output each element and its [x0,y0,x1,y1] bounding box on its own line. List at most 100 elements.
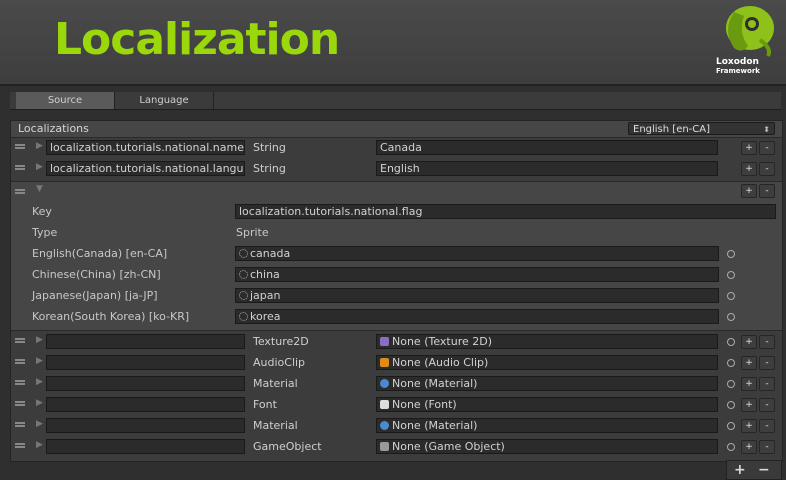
key-field[interactable]: localization.tutorials.national.language [46,161,245,176]
fold-arrow-icon[interactable]: ▶ [36,419,43,429]
object-picker-icon[interactable] [727,401,735,409]
list-item: ▶ GameObject None (Game Object) + - [11,437,782,458]
remove-button[interactable]: - [759,419,775,433]
sprite-icon [239,312,248,321]
logo-subtext: Framework [716,67,760,75]
dropdown-arrow-icon: ⬍ [763,125,770,134]
fold-arrow-icon[interactable]: ▶ [36,440,43,450]
drag-handle-icon[interactable] [15,338,25,343]
add-button[interactable]: + [741,356,757,370]
fold-arrow-icon[interactable]: ▶ [36,162,43,172]
drag-handle-icon[interactable] [15,422,25,427]
key-field[interactable] [46,376,245,391]
drag-handle-icon[interactable] [15,380,25,385]
tab-language[interactable]: Language [115,92,214,109]
add-button[interactable]: + [741,141,757,155]
add-button[interactable]: + [741,419,757,433]
object-field[interactable]: None (Material) [376,376,718,391]
key-row: Key localization.tutorials.national.flag [11,202,782,222]
texture-icon [380,337,389,346]
fold-arrow-icon[interactable]: ▶ [36,141,43,151]
list-item: ▶ Material None (Material) + - [11,416,782,437]
value-field[interactable]: English [376,161,718,176]
object-picker-icon[interactable] [727,313,735,321]
key-field[interactable] [46,439,245,454]
drag-handle-icon[interactable] [15,359,25,364]
language-dropdown[interactable]: English [en-CA] ⬍ [628,122,775,135]
remove-button[interactable]: - [759,162,775,176]
object-field[interactable]: None (Texture 2D) [376,334,718,349]
object-picker-icon[interactable] [727,271,735,279]
fold-arrow-down-icon[interactable]: ▼ [36,184,43,194]
add-item-button[interactable]: + [734,462,746,478]
elephant-logo-icon [726,6,774,57]
key-field[interactable] [46,397,245,412]
remove-button[interactable]: - [759,335,775,349]
object-picker-icon[interactable] [727,443,735,451]
remove-button[interactable]: - [759,184,775,198]
add-button[interactable]: + [741,162,757,176]
language-label: Japanese(Japan) [ja-JP] [32,289,158,302]
sprite-field[interactable]: japan [235,288,719,303]
type-row: Type Sprite [11,223,782,243]
object-picker-icon[interactable] [727,292,735,300]
remove-button[interactable]: - [759,398,775,412]
drag-handle-icon[interactable] [15,189,25,194]
material-icon [380,379,389,388]
sprite-field[interactable]: china [235,267,719,282]
list-item: ▶ localization.tutorials.national.langua… [11,159,782,180]
tab-source[interactable]: Source [16,92,115,109]
remove-button[interactable]: - [759,141,775,155]
type-label: AudioClip [253,356,306,369]
type-label: String [253,162,286,175]
key-field[interactable]: localization.tutorials.national.flag [235,204,776,219]
fold-arrow-icon[interactable]: ▶ [36,356,43,366]
remove-button[interactable]: - [759,356,775,370]
material-icon [380,421,389,430]
sprite-value: china [250,268,280,281]
object-picker-icon[interactable] [727,338,735,346]
object-field[interactable]: None (Material) [376,418,718,433]
add-button[interactable]: + [741,440,757,454]
sprite-field[interactable]: canada [235,246,719,261]
key-label: Key [32,205,52,218]
fold-arrow-icon[interactable]: ▶ [36,335,43,345]
sprite-value: japan [250,289,281,302]
value-field[interactable]: Canada [376,140,718,155]
tab-bar: Source Language [10,92,781,110]
object-picker-icon[interactable] [727,250,735,258]
object-field[interactable]: None (Font) [376,397,718,412]
drag-handle-icon[interactable] [15,144,25,149]
object-field[interactable]: None (Game Object) [376,439,718,454]
type-label: Font [253,398,277,411]
type-value: Sprite [236,226,269,239]
key-field[interactable] [46,418,245,433]
drag-handle-icon[interactable] [15,443,25,448]
language-row: Chinese(China) [zh-CN] china [11,265,782,285]
fold-arrow-icon[interactable]: ▶ [36,377,43,387]
sprite-field[interactable]: korea [235,309,719,324]
type-label: Type [32,226,58,239]
drag-handle-icon[interactable] [15,165,25,170]
localizations-header: Localizations English [en-CA] ⬍ [11,121,782,138]
object-value: None (Material) [392,419,478,432]
remove-button[interactable]: - [759,377,775,391]
key-field[interactable]: localization.tutorials.national.name [46,140,245,155]
localizations-panel: Localizations English [en-CA] ⬍ ▶ locali… [10,120,783,462]
object-picker-icon[interactable] [727,359,735,367]
remove-button[interactable]: - [759,440,775,454]
object-picker-icon[interactable] [727,380,735,388]
add-button[interactable]: + [741,398,757,412]
loxodon-logo: Loxodon Framework [712,2,782,80]
drag-handle-icon[interactable] [15,401,25,406]
object-field[interactable]: None (Audio Clip) [376,355,718,370]
add-button[interactable]: + [741,184,757,198]
sprite-icon [239,291,248,300]
key-field[interactable] [46,355,245,370]
key-field[interactable] [46,334,245,349]
add-button[interactable]: + [741,377,757,391]
fold-arrow-icon[interactable]: ▶ [36,398,43,408]
object-picker-icon[interactable] [727,422,735,430]
remove-item-button[interactable]: − [758,462,770,478]
add-button[interactable]: + [741,335,757,349]
